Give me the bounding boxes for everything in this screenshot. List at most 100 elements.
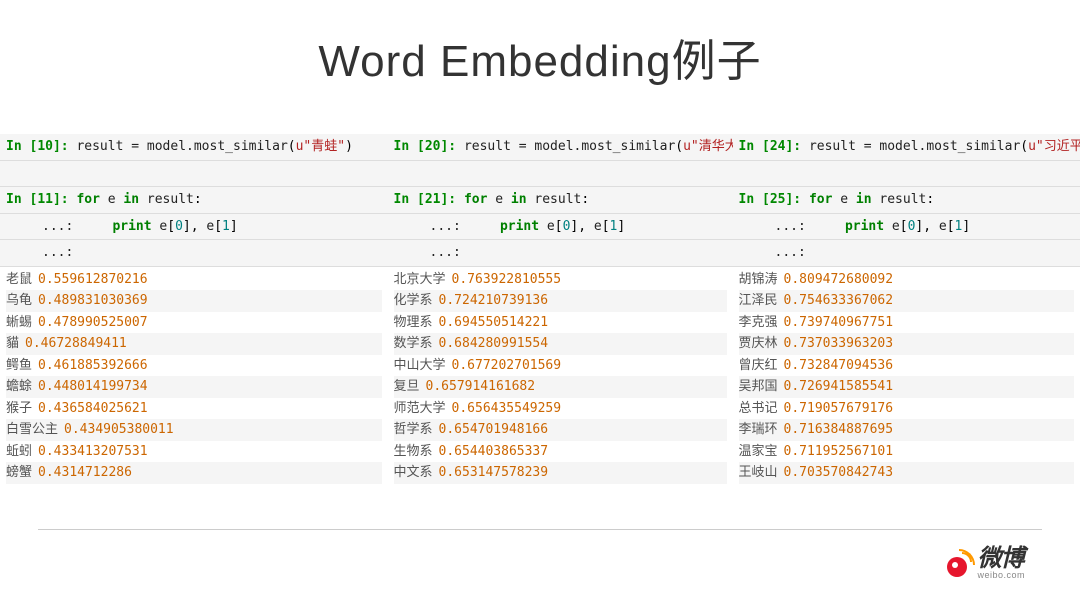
result-word: 中文系 <box>394 463 433 483</box>
result-score: 0.677202701569 <box>452 356 562 376</box>
panel-2: In [20]: result = model.most_similar(u"清… <box>388 134 733 494</box>
result-row: 螃蟹 0.4314712286 <box>6 462 382 484</box>
result-row: 哲学系 0.654701948166 <box>394 419 727 441</box>
result-score: 0.489831030369 <box>38 291 148 311</box>
result-row: 蜥蜴0.478990525007 <box>6 312 382 334</box>
result-word: 生物系 <box>394 442 433 462</box>
result-score: 0.433413207531 <box>38 442 148 462</box>
result-word: 鳄鱼 <box>6 356 32 376</box>
result-row: 猴子 0.436584025621 <box>6 398 382 420</box>
code-line-spacer <box>0 161 388 188</box>
result-row: 老鼠 0.559612870216 <box>6 269 382 291</box>
slide-title: Word Embedding例子 <box>0 0 1080 134</box>
result-row: 胡锦涛0.809472680092 <box>739 269 1075 291</box>
result-score: 0.694550514221 <box>439 313 549 333</box>
result-score: 0.656435549259 <box>452 399 562 419</box>
result-score: 0.763922810555 <box>452 270 562 290</box>
logo-en-text: weibo.com <box>977 571 1025 580</box>
result-row: 乌龟 0.489831030369 <box>6 290 382 312</box>
panel-3: In [24]: result = model.most_similar(u"习… <box>733 134 1080 494</box>
result-score: 0.732847094536 <box>784 356 894 376</box>
result-row: 贾庆林 0.737033963203 <box>739 333 1075 355</box>
result-row: 李瑞环 0.716384887695 <box>739 419 1075 441</box>
result-word: 李克强 <box>739 313 778 333</box>
result-row: 蚯蚓0.433413207531 <box>6 441 382 463</box>
code-line-spacer <box>388 161 733 188</box>
code-line-in2: In [21]: for e in result: <box>388 187 733 214</box>
result-score: 0.737033963203 <box>784 334 894 354</box>
result-row: 复旦0.657914161682 <box>394 376 727 398</box>
code-line-spacer <box>733 161 1080 188</box>
result-word: 王岐山 <box>739 463 778 483</box>
output-2: 北京大学 0.763922810555化学系0.724210739136物理系 0.… <box>388 267 733 494</box>
result-word: 蟾蜍 <box>6 377 32 397</box>
p1-in2: 11 <box>37 192 53 207</box>
result-word: 中山大学 <box>394 356 446 376</box>
result-word: 乌龟 <box>6 291 32 311</box>
result-row: 吴邦国 0.726941585541 <box>739 376 1075 398</box>
result-row: 中山大学 0.677202701569 <box>394 355 727 377</box>
result-score: 0.461885392666 <box>38 356 148 376</box>
result-score: 0.448014199734 <box>38 377 148 397</box>
result-row: 李克强 0.739740967751 <box>739 312 1075 334</box>
divider-line <box>38 529 1042 530</box>
result-score: 0.726941585541 <box>784 377 894 397</box>
result-row: 化学系0.724210739136 <box>394 290 727 312</box>
result-word: 曾庆红 <box>739 356 778 376</box>
result-word: 李瑞环 <box>739 420 778 440</box>
result-score: 0.684280991554 <box>439 334 549 354</box>
result-word: 吴邦国 <box>739 377 778 397</box>
result-row: 蟾蜍 0.448014199734 <box>6 376 382 398</box>
result-row: 白雪公主0.434905380011 <box>6 419 382 441</box>
logo-cn-text: 微博 <box>977 547 1025 571</box>
code-line-dots: ...: <box>733 240 1080 267</box>
result-score: 0.739740967751 <box>784 313 894 333</box>
code-line-in1: In [20]: result = model.most_similar(u"清… <box>388 134 733 161</box>
result-word: 物理系 <box>394 313 433 333</box>
panel-1: In [10]: result = model.most_similar(u"青… <box>0 134 388 494</box>
result-score: 0.4314712286 <box>38 463 132 483</box>
result-score: 0.654701948166 <box>439 420 549 440</box>
result-word: 江泽民 <box>739 291 778 311</box>
output-3: 胡锦涛0.809472680092江泽民 0.754633367062 李克强 0.7… <box>733 267 1080 494</box>
result-word: 老鼠 <box>6 270 32 290</box>
result-word: 北京大学 <box>394 270 446 290</box>
weibo-icon <box>947 551 973 577</box>
result-word: 哲学系 <box>394 420 433 440</box>
result-row: 数学系0.684280991554 <box>394 333 727 355</box>
code-line-in1: In [24]: result = model.most_similar(u"习… <box>733 134 1080 161</box>
result-word: 貓 <box>6 334 19 354</box>
result-score: 0.716384887695 <box>784 420 894 440</box>
weibo-logo: 微博 weibo.com <box>947 547 1025 580</box>
result-word: 师范大学 <box>394 399 446 419</box>
result-score: 0.809472680092 <box>784 270 894 290</box>
code-line-in2: In [25]: for e in result: <box>733 187 1080 214</box>
result-row: 江泽民 0.754633367062 <box>739 290 1075 312</box>
code-line-print: ...: print e[0], e[1] <box>0 214 388 241</box>
result-row: 鳄鱼 0.461885392666 <box>6 355 382 377</box>
result-word: 猴子 <box>6 399 32 419</box>
result-word: 总书记 <box>739 399 778 419</box>
result-score: 0.559612870216 <box>38 270 148 290</box>
result-score: 0.657914161682 <box>426 377 536 397</box>
result-row: 温家宝0.711952567101 <box>739 441 1075 463</box>
code-line-dots: ...: <box>0 240 388 267</box>
code-line-in1: In [10]: result = model.most_similar(u"青… <box>0 134 388 161</box>
result-row: 王岐山 0.703570842743 <box>739 462 1075 484</box>
result-row: 貓0.46728849411 <box>6 333 382 355</box>
result-score: 0.703570842743 <box>784 463 894 483</box>
code-line-print: ...: print e[0], e[1] <box>733 214 1080 241</box>
code-panels-container: In [10]: result = model.most_similar(u"青… <box>0 134 1080 494</box>
result-score: 0.434905380011 <box>64 420 174 440</box>
result-row: 总书记 0.719057679176 <box>739 398 1075 420</box>
result-score: 0.754633367062 <box>784 291 894 311</box>
result-row: 生物系0.654403865337 <box>394 441 727 463</box>
result-row: 北京大学 0.763922810555 <box>394 269 727 291</box>
result-score: 0.478990525007 <box>38 313 148 333</box>
result-score: 0.436584025621 <box>38 399 148 419</box>
result-score: 0.719057679176 <box>784 399 894 419</box>
code-line-print: ...: print e[0], e[1] <box>388 214 733 241</box>
result-word: 贾庆林 <box>739 334 778 354</box>
result-word: 螃蟹 <box>6 463 32 483</box>
result-score: 0.724210739136 <box>439 291 549 311</box>
